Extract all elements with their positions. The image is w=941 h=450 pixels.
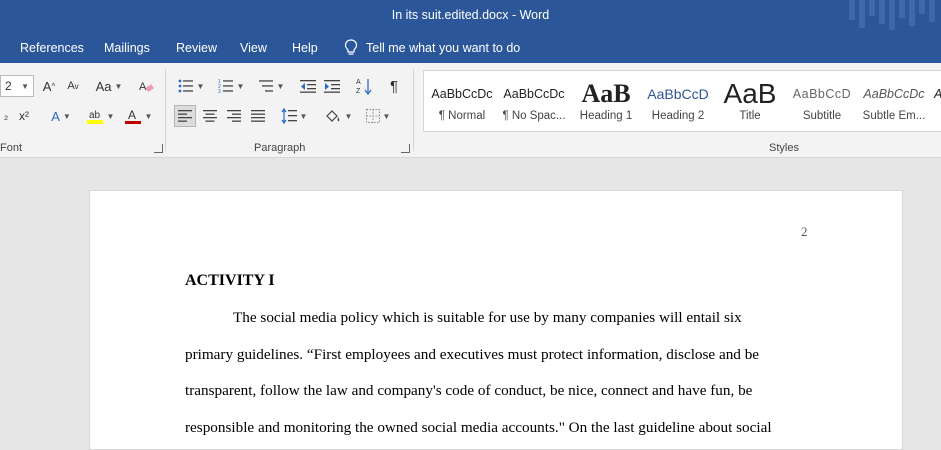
justify-icon [251,110,265,122]
styles-gallery: AaBbCcDc ¶ Normal AaBbCcDc ¶ No Spac... … [423,70,941,132]
title-bar-decoration [849,0,935,30]
document-page[interactable]: 2 ACTIVITY I The social media policy whi… [89,190,903,450]
font-color-button[interactable]: A ▼ [122,105,154,127]
style-heading-1[interactable]: AaB Heading 1 [570,71,642,133]
paragraph-line: responsible and monitoring the owned soc… [185,419,772,436]
highlighter-icon: ab [86,110,103,124]
change-case-button[interactable]: Aa ▼ [93,75,125,97]
font-group-label: Font [0,142,23,154]
tell-me-label: Tell me what you want to do [366,41,521,55]
align-left-icon [178,110,192,122]
grow-font-button[interactable]: A ^ [40,75,58,97]
title-bar: In its suit.edited.docx - Word [0,0,941,34]
eraser-icon: A [139,81,154,93]
group-divider [413,69,414,151]
font-color-icon: A [124,108,141,124]
sort-button[interactable]: AZ [354,75,374,97]
shading-button[interactable]: ▼ [322,105,354,127]
highlight-color-button[interactable]: ab ▼ [84,105,116,127]
style-heading-2[interactable]: AaBbCcD Heading 2 [642,71,714,133]
align-right-icon [227,110,241,122]
svg-text:3: 3 [218,89,221,94]
ribbon: 2 ▼ A ^ Av Aa ▼ A ₂ x² A ▼ ab ▼ A ▼ Font ▼ … [0,63,941,158]
svg-text:Z: Z [356,88,361,95]
lightbulb-icon [344,39,358,55]
borders-button[interactable]: ▼ [362,105,394,127]
clear-formatting-button[interactable]: A [136,75,156,97]
tab-help[interactable]: Help [292,41,318,55]
window-title: In its suit.edited.docx - Word [391,8,550,22]
paragraph-line: transparent, follow the law and company'… [185,382,753,399]
tab-references[interactable]: References [20,41,84,55]
paragraph-line: The social media policy which is suitabl… [233,309,742,326]
style-partial[interactable]: A [930,71,941,133]
chevron-down-icon: ▼ [21,81,29,91]
tab-mailings[interactable]: Mailings [104,41,150,55]
paragraph-group-label: Paragraph [254,142,306,154]
svg-text:A: A [128,108,136,122]
styles-group-label: Styles [769,142,799,154]
style-normal[interactable]: AaBbCcDc ¶ Normal [426,71,498,133]
subscript-button[interactable]: ₂ [0,105,12,127]
font-size-value: 2 [5,79,12,93]
show-formatting-marks-button[interactable]: ¶ [385,75,403,97]
sort-icon: AZ [356,79,372,95]
font-dialog-launcher[interactable] [154,144,163,153]
justify-button[interactable] [248,105,268,127]
borders-icon [365,109,380,123]
increase-indent-icon [324,80,340,93]
document-canvas: 2 ACTIVITY I The social media policy whi… [0,158,941,450]
svg-text:A: A [139,81,147,93]
document-heading: ACTIVITY I [185,272,275,289]
line-spacing-button[interactable]: ▼ [278,105,310,127]
align-right-button[interactable] [224,105,244,127]
align-left-button[interactable] [174,105,196,127]
shrink-font-button[interactable]: Av [64,75,82,97]
font-size-box[interactable]: 2 ▼ [0,75,34,97]
align-center-button[interactable] [200,105,220,127]
ribbon-tabs: References Mailings Review View Help Tel… [0,34,941,63]
superscript-button[interactable]: x² [16,105,32,127]
align-center-icon [203,110,217,122]
text-effects-button[interactable]: A ▼ [46,105,76,127]
bullets-button[interactable]: ▼ [174,75,208,97]
paragraph-dialog-launcher[interactable] [401,144,410,153]
svg-text:ab: ab [89,110,101,121]
page-number: 2 [801,224,808,239]
tab-view[interactable]: View [240,41,267,55]
numbering-button[interactable]: 1 2 3 ▼ [214,75,248,97]
decrease-indent-button[interactable] [298,75,318,97]
decrease-indent-icon [300,80,316,93]
style-no-spacing[interactable]: AaBbCcDc ¶ No Spac... [498,71,570,133]
multilevel-list-icon [258,80,273,92]
style-title[interactable]: AaB Title [714,71,786,133]
svg-text:A: A [356,79,361,86]
tell-me-search[interactable]: Tell me what you want to do [344,39,520,57]
multilevel-list-button[interactable]: ▼ [254,75,288,97]
style-subtitle[interactable]: AaBbCcD Subtitle [786,71,858,133]
paragraph-line: primary guidelines. “First employees and… [185,346,760,363]
bullet-list-icon [178,79,193,93]
style-subtle-emphasis[interactable]: AaBbCcDc Subtle Em... [858,71,930,133]
tab-review[interactable]: Review [176,41,217,55]
numbered-list-icon: 123 [218,79,233,94]
paint-bucket-icon [325,110,339,122]
group-divider [165,69,166,151]
increase-indent-button[interactable] [322,75,342,97]
line-spacing-icon [281,108,297,124]
